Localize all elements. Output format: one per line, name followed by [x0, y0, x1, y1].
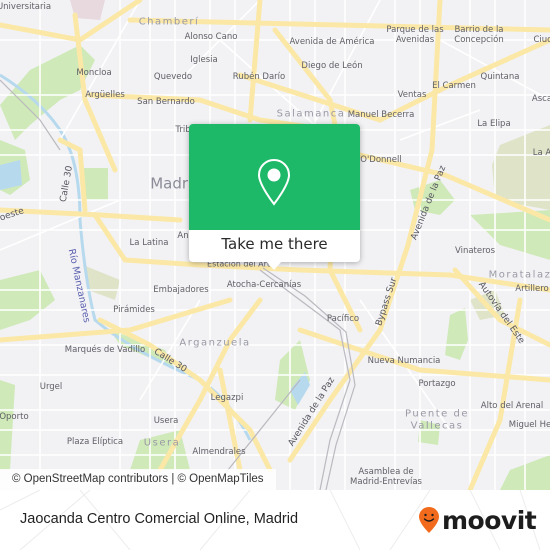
map-pin-icon	[257, 158, 291, 206]
map-attribution[interactable]: © OpenStreetMap contributors | © OpenMap…	[0, 469, 276, 490]
map-label-quevedo: Quevedo	[153, 72, 193, 83]
map-label-anton-martin: An	[177, 231, 189, 242]
map-label-puente-vallecas: Puente de Vallecas	[405, 408, 469, 432]
map-label-la-elipa: La Elipa	[477, 119, 511, 130]
map-label-moncloa: Moncloa	[76, 68, 112, 79]
map-view[interactable]: Universitaria Chamberí Alonso Cano Aveni…	[0, 0, 550, 490]
map-label-alto-arenal: Alto del Arenal	[480, 401, 544, 412]
map-label-asamblea: Asamblea de Madrid-Entrevías	[350, 467, 422, 487]
lake-casa-de-campo	[0, 160, 22, 190]
park-far-southwest	[0, 380, 15, 470]
map-label-usera-station: Usera	[153, 416, 179, 427]
map-label-odonnell: O'Donnell	[360, 155, 402, 166]
map-label-urgel: Urgel	[39, 382, 63, 393]
map-label-parque-avenidas: Parque de las Avenidas	[386, 25, 444, 45]
place-title: Jaocanda Centro Comercial Online, Madrid	[20, 511, 299, 527]
map-label-piramides: Pirámides	[113, 305, 155, 316]
map-label-vinateros: Vinateros	[454, 246, 496, 257]
moovit-wordmark: moovit	[442, 505, 537, 535]
map-label-iglesia: Iglesia	[190, 55, 218, 66]
map-label-arganzuela: Arganzuela	[179, 337, 251, 349]
map-label-ventas: Ventas	[397, 90, 427, 101]
map-label-quintana: Quintana	[480, 72, 520, 83]
map-label-ciudad-lineal: Ciud	[533, 35, 550, 46]
map-label-oporto: Oporto	[0, 412, 29, 423]
map-label-manuel-becerra: Manuel Becerra	[347, 110, 415, 121]
map-label-la-almudena: La A	[532, 148, 550, 159]
map-label-embajadores: Embajadores	[153, 285, 209, 296]
map-label-plaza-eliptica: Plaza Elíptica	[66, 437, 124, 448]
map-label-diego-de-leon: Diego de León	[301, 61, 363, 72]
map-label-salamanca: Salamanca	[276, 108, 346, 120]
map-label-usera-district: Usera	[143, 437, 181, 449]
map-label-artilleros: Artillero	[515, 284, 549, 295]
map-label-almendrales: Almendrales	[192, 447, 246, 458]
park-vallecas	[445, 308, 468, 360]
map-label-arguelles: Argüelles	[85, 90, 125, 101]
moovit-logo[interactable]: moovit	[418, 503, 537, 537]
park-southwest	[0, 270, 55, 330]
map-label-barrio-concepcion: Barrio de la Concepción	[454, 25, 504, 45]
map-label-moratalaz: Moratalaz	[488, 269, 550, 281]
moovit-smiley-pin-icon	[419, 507, 439, 533]
map-label-la-latina: La Latina	[129, 238, 169, 249]
road-a5	[0, 207, 183, 223]
location-popup[interactable]: Take me there	[189, 124, 360, 270]
map-label-miguel-hernandez: Miguel He	[508, 420, 550, 431]
map-label-ruben-dario: Rubén Darío	[232, 72, 286, 83]
footer: Jaocanda Centro Comercial Online, Madrid…	[0, 490, 550, 550]
map-label-avenida-america: Avenida de América	[289, 37, 375, 48]
map-label-el-carmen: El Carmen	[432, 81, 476, 92]
popup-pointer	[266, 261, 282, 270]
map-label-marques-vadillo: Marqués de Vadillo	[64, 345, 146, 356]
take-me-there-button[interactable]: Take me there	[189, 230, 360, 262]
map-label-san-bernardo: San Bernardo	[137, 97, 195, 108]
popup-header[interactable]	[189, 124, 360, 230]
map-label-pacifico: Pacífico	[326, 314, 360, 325]
map-label-ascao: Asca	[531, 94, 550, 105]
map-label-alonso-cano: Alonso Cano	[184, 32, 238, 43]
map-label-atocha-cercanias: Atocha-Cercanías	[226, 280, 302, 291]
map-label-legazpi: Legazpi	[210, 393, 244, 404]
park-dehesa	[83, 168, 108, 200]
map-label-universitaria: Universitaria	[0, 2, 52, 13]
map-label-portazgo: Portazgo	[418, 379, 456, 390]
map-label-nueva-numancia: Nueva Numancia	[367, 356, 441, 367]
map-label-chamberi: Chamberí	[138, 16, 200, 28]
road-castellana	[247, 0, 263, 123]
